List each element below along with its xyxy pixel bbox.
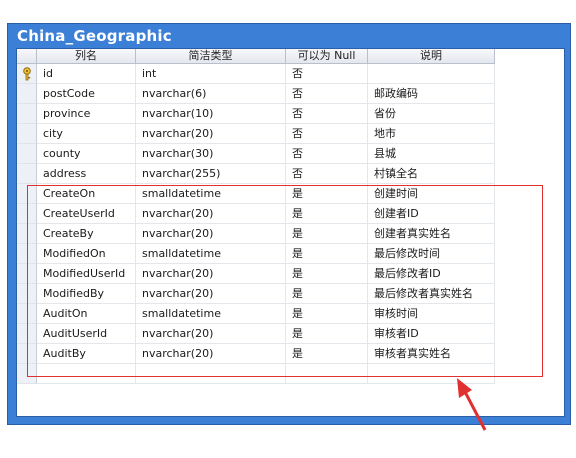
row-selector[interactable] <box>17 124 37 144</box>
cell-column-name[interactable]: county <box>37 144 136 164</box>
cell-column-name[interactable]: address <box>37 164 136 184</box>
table-row[interactable]: province nvarchar(10) 否省份 <box>17 104 495 124</box>
cell-description[interactable]: 邮政编码 <box>368 84 495 104</box>
header-column-description[interactable]: 说明 <box>368 49 495 64</box>
cell-description[interactable]: 县城 <box>368 144 495 164</box>
red-arrow-icon <box>457 378 487 431</box>
cell-allow-null[interactable]: 否 <box>286 64 368 84</box>
table-row[interactable]: county nvarchar(30) 否县城 <box>17 144 495 164</box>
cell-column-name[interactable]: city <box>37 124 136 144</box>
cell-allow-null[interactable]: 否 <box>286 164 368 184</box>
header-column-nullable[interactable]: 可以为 Null <box>286 49 368 64</box>
row-selector[interactable] <box>17 164 37 184</box>
row-selector[interactable] <box>17 144 37 164</box>
key-icon <box>23 67 31 81</box>
header-selector <box>17 49 37 64</box>
cell-description[interactable]: 村镇全名 <box>368 164 495 184</box>
table-row[interactable]: city nvarchar(20) 否地市 <box>17 124 495 144</box>
row-selector[interactable] <box>17 84 37 104</box>
cell-column-name[interactable]: postCode <box>37 84 136 104</box>
cell-data-type[interactable]: nvarchar(20) <box>136 124 286 144</box>
row-selector[interactable] <box>17 64 37 84</box>
table-row[interactable]: postCode nvarchar(6) 否邮政编码 <box>17 84 495 104</box>
cell-description[interactable]: 省份 <box>368 104 495 124</box>
cell-column-name[interactable]: province <box>37 104 136 124</box>
cell-allow-null[interactable]: 否 <box>286 144 368 164</box>
cell-data-type[interactable]: nvarchar(6) <box>136 84 286 104</box>
cell-description[interactable]: 地市 <box>368 124 495 144</box>
cell-allow-null[interactable]: 否 <box>286 104 368 124</box>
table-row[interactable]: address nvarchar(255) 否村镇全名 <box>17 164 495 184</box>
cell-allow-null[interactable]: 否 <box>286 84 368 104</box>
window-title: China_Geographic <box>17 27 172 45</box>
cell-data-type[interactable]: nvarchar(10) <box>136 104 286 124</box>
cell-data-type[interactable]: nvarchar(255) <box>136 164 286 184</box>
row-selector[interactable] <box>17 104 37 124</box>
cell-description[interactable] <box>368 64 495 84</box>
cell-allow-null[interactable]: 否 <box>286 124 368 144</box>
cell-data-type[interactable]: int <box>136 64 286 84</box>
header-column-type[interactable]: 简洁类型 <box>136 49 286 64</box>
table-row[interactable]: id int 否 <box>17 64 495 84</box>
highlight-box <box>27 185 543 377</box>
cell-data-type[interactable]: nvarchar(30) <box>136 144 286 164</box>
cell-column-name[interactable]: id <box>37 64 136 84</box>
header-column-name[interactable]: 列名 <box>37 49 136 64</box>
